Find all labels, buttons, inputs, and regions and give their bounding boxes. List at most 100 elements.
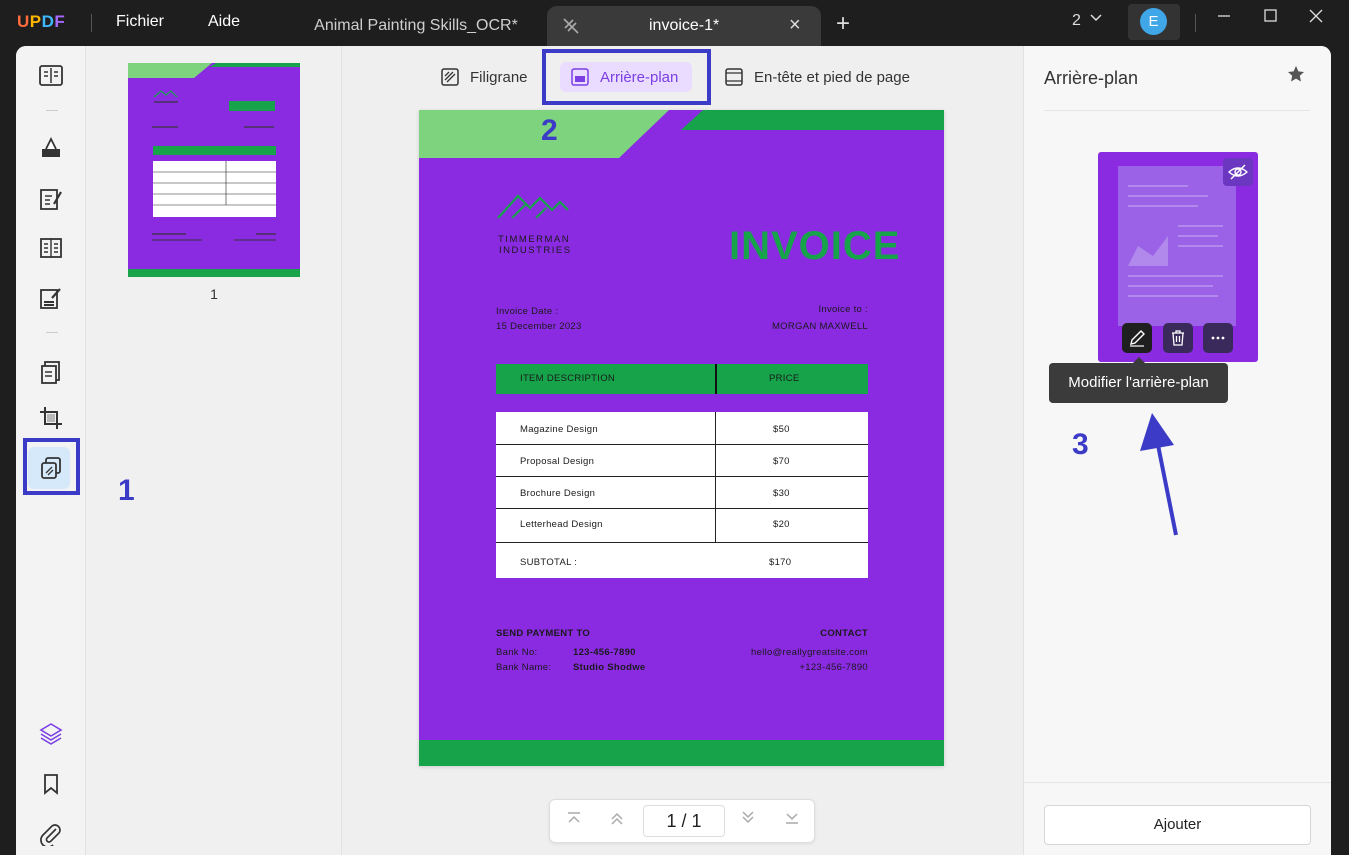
bank-name-value: Studio Shodwe bbox=[573, 662, 646, 673]
company-name-line2: INDUSTRIES bbox=[499, 245, 572, 256]
bank-name-label: Bank Name: bbox=[496, 662, 552, 673]
bookmark-icon[interactable] bbox=[35, 768, 67, 800]
table-row-description: Proposal Design bbox=[520, 456, 595, 467]
panel-footer: Ajouter bbox=[1024, 782, 1331, 855]
page-thumbnail[interactable] bbox=[128, 63, 300, 277]
table-row-price: $30 bbox=[773, 488, 790, 499]
invoice-to-value: MORGAN MAXWELL bbox=[771, 321, 868, 332]
panel-title: Arrière-plan bbox=[1044, 68, 1139, 88]
row-divider bbox=[496, 508, 868, 509]
column-header-price: PRICE bbox=[769, 373, 800, 384]
avatar: E bbox=[1140, 8, 1167, 35]
edit-icon[interactable] bbox=[35, 183, 67, 215]
more-options-button[interactable] bbox=[1203, 323, 1233, 353]
star-icon[interactable] bbox=[1286, 64, 1306, 90]
add-background-button[interactable]: Ajouter bbox=[1044, 805, 1311, 845]
invoice-to-label: Invoice to : bbox=[818, 304, 868, 315]
delete-background-button[interactable] bbox=[1163, 323, 1193, 353]
background-template-card[interactable] bbox=[1098, 152, 1258, 362]
window-count[interactable]: 2 bbox=[1072, 12, 1081, 30]
annotation-number-2: 2 bbox=[541, 114, 558, 147]
invoice-title: INVOICE bbox=[729, 224, 901, 268]
toolbar-separator bbox=[46, 110, 58, 111]
trash-icon bbox=[1172, 330, 1184, 346]
toolbar-separator bbox=[46, 332, 58, 333]
fill-sign-icon[interactable] bbox=[35, 282, 67, 314]
annotation-arrow-icon bbox=[1140, 413, 1178, 536]
company-name-line1: TIMMERMAN bbox=[498, 234, 571, 245]
new-tab-icon[interactable]: + bbox=[836, 10, 850, 38]
annotation-box-2 bbox=[542, 49, 711, 105]
menu-file[interactable]: Fichier bbox=[116, 13, 164, 31]
table-row-price: $70 bbox=[773, 456, 790, 467]
tab-invoice[interactable]: invoice-1* × bbox=[547, 6, 821, 46]
table-row-description: Letterhead Design bbox=[520, 519, 603, 530]
header-footer-button[interactable]: En-tête et pied de page bbox=[724, 58, 910, 96]
last-page-icon[interactable] bbox=[784, 810, 800, 829]
table-row-price: $50 bbox=[773, 424, 790, 435]
background-preview bbox=[1118, 166, 1236, 326]
row-divider bbox=[496, 542, 868, 543]
close-tab-icon[interactable]: × bbox=[789, 14, 801, 37]
bank-number-label: Bank No: bbox=[496, 647, 538, 658]
organize-icon[interactable] bbox=[35, 232, 67, 264]
annotation-number-3: 3 bbox=[1072, 428, 1089, 461]
pdf-page[interactable]: TIMMERMAN INDUSTRIES INVOICE Invoice Dat… bbox=[419, 110, 944, 766]
crop-icon[interactable] bbox=[35, 402, 67, 434]
column-divider bbox=[715, 412, 716, 543]
contact-email: hello@reallygreatsite.com bbox=[751, 647, 868, 658]
footer-bar bbox=[419, 740, 944, 766]
watermark-label: Filigrane bbox=[470, 68, 528, 86]
unsaved-icon bbox=[561, 16, 581, 41]
invoice-table: Magazine Design $50 Proposal Design $70 … bbox=[496, 412, 868, 578]
next-page-icon[interactable] bbox=[740, 810, 756, 829]
column-divider bbox=[715, 364, 717, 394]
edit-background-button[interactable] bbox=[1122, 323, 1152, 353]
menu-help[interactable]: Aide bbox=[208, 13, 240, 31]
table-row-description: Brochure Design bbox=[520, 488, 596, 499]
close-window-icon[interactable] bbox=[1308, 8, 1324, 29]
row-divider bbox=[496, 444, 868, 445]
watermark-button[interactable]: Filigrane bbox=[440, 58, 528, 96]
send-payment-label: SEND PAYMENT TO bbox=[496, 628, 591, 639]
annotation-box-1 bbox=[23, 438, 80, 495]
watermark-icon bbox=[441, 68, 459, 86]
page-number-input[interactable]: 1 / 1 bbox=[643, 805, 725, 837]
tab-label: invoice-1* bbox=[649, 17, 720, 34]
reader-icon[interactable] bbox=[35, 60, 67, 92]
subtotal-value: $170 bbox=[769, 557, 792, 568]
header-footer-icon bbox=[725, 68, 743, 86]
company-logo-icon bbox=[497, 194, 569, 219]
bank-number-value: 123-456-7890 bbox=[573, 647, 636, 658]
convert-icon[interactable] bbox=[35, 356, 67, 388]
title-separator bbox=[1195, 14, 1196, 32]
tab-label: Animal Painting Skills_OCR* bbox=[314, 17, 518, 34]
annotation-number-1: 1 bbox=[118, 474, 135, 507]
ellipsis-icon bbox=[1211, 336, 1225, 340]
title-separator bbox=[91, 14, 92, 32]
pencil-icon bbox=[1130, 330, 1145, 347]
comment-icon[interactable] bbox=[35, 132, 67, 164]
attachment-icon[interactable] bbox=[35, 818, 67, 850]
contact-label: CONTACT bbox=[820, 628, 868, 639]
row-divider bbox=[496, 476, 868, 477]
panel-divider bbox=[1044, 110, 1310, 111]
page-navigator: 1 / 1 bbox=[549, 799, 815, 843]
invoice-date-value: 15 December 2023 bbox=[496, 321, 582, 332]
title-bar: UPDF Fichier Aide Animal Painting Skills… bbox=[0, 0, 1349, 46]
layers-icon[interactable] bbox=[35, 718, 67, 750]
table-row-description: Magazine Design bbox=[520, 424, 598, 435]
contact-phone: +123-456-7890 bbox=[799, 662, 868, 673]
chevron-down-icon[interactable] bbox=[1089, 10, 1103, 27]
updf-logo[interactable]: UPDF bbox=[17, 12, 65, 32]
header-shapes bbox=[419, 110, 944, 158]
tab-animal-painting[interactable]: Animal Painting Skills_OCR* bbox=[296, 6, 536, 46]
minimize-icon[interactable] bbox=[1216, 8, 1232, 29]
previous-page-icon[interactable] bbox=[609, 810, 625, 829]
hide-icon[interactable] bbox=[1223, 158, 1253, 186]
maximize-icon[interactable] bbox=[1263, 8, 1279, 29]
first-page-icon[interactable] bbox=[566, 810, 582, 829]
document-area: Filigrane Arrière-plan En-tête et pied d… bbox=[342, 46, 1023, 855]
thumbnail-panel: 1 bbox=[86, 46, 342, 855]
account-button[interactable]: E bbox=[1128, 4, 1180, 40]
